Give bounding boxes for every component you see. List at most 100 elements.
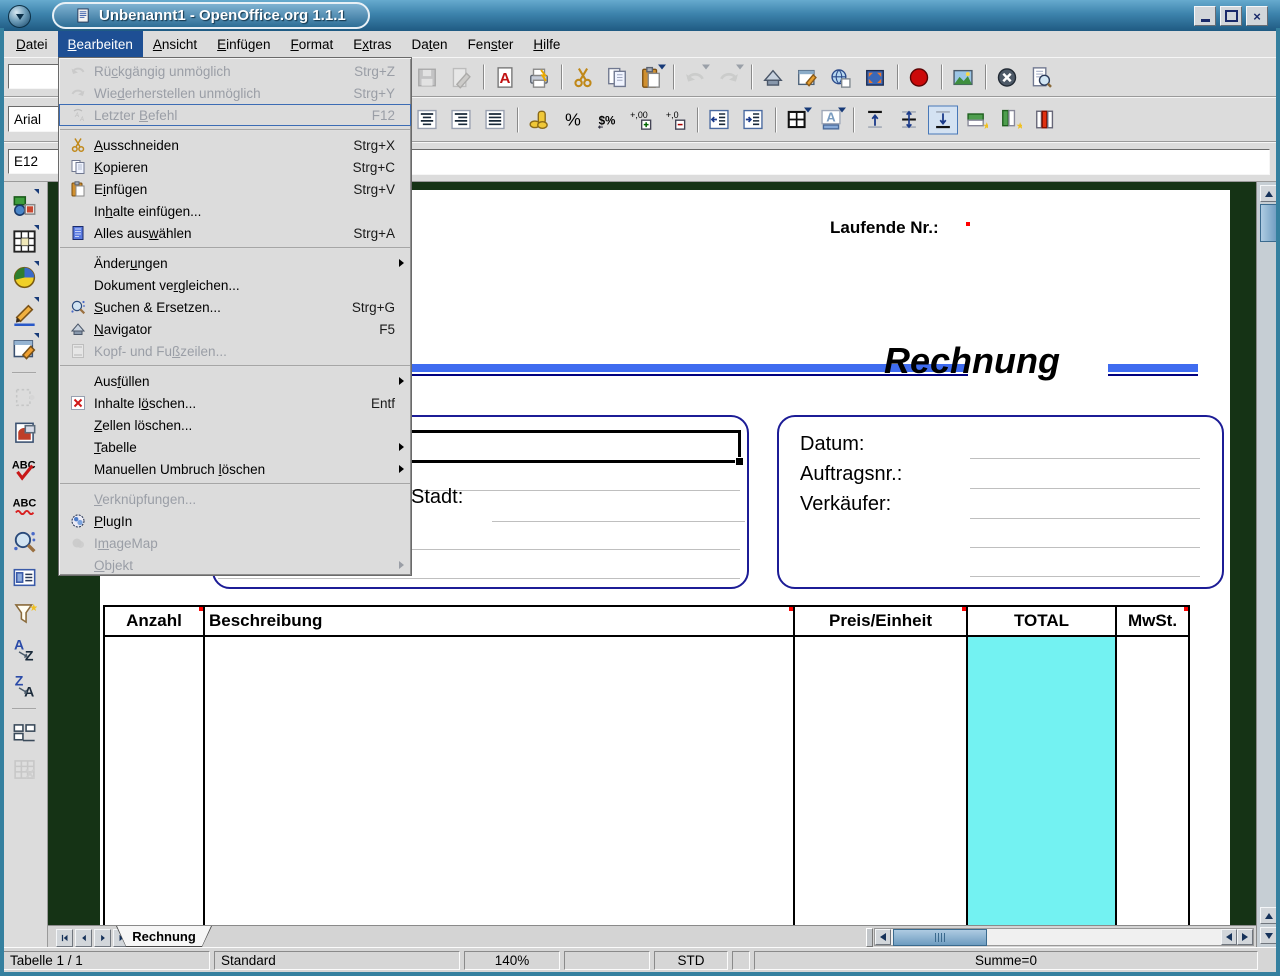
scroll-right-button[interactable] <box>1237 929 1253 945</box>
cut-icon[interactable] <box>569 64 597 91</box>
group-icon[interactable] <box>8 715 40 751</box>
copy-icon[interactable] <box>603 64 631 91</box>
menubar-item-extras[interactable]: Extras <box>343 31 401 57</box>
page-preview-icon[interactable] <box>1027 64 1055 91</box>
insert-cells-icon[interactable] <box>8 223 40 259</box>
status-page-style[interactable]: Standard <box>214 951 460 970</box>
borders-icon[interactable] <box>783 106 811 133</box>
remove-decimal-icon[interactable]: +,0 <box>661 106 689 133</box>
edit-file-icon[interactable] <box>447 64 475 91</box>
delete-column-icon[interactable] <box>1031 106 1059 133</box>
window-menu-button[interactable] <box>8 5 31 28</box>
decrease-indent-icon[interactable] <box>705 106 733 133</box>
menu-item-wiederherstellen-unmöglich[interactable]: Wiederherstellen unmöglichStrg+Y <box>59 82 411 104</box>
menu-item-inhalte-einfügen[interactable]: Inhalte einfügen... <box>59 200 411 222</box>
spellcheck-icon[interactable]: ABC <box>8 451 40 487</box>
selection-handle[interactable] <box>735 457 744 466</box>
horizontal-scrollbar[interactable] <box>874 928 1254 946</box>
record-macro-icon[interactable] <box>905 64 933 91</box>
align-right-icon[interactable] <box>447 106 475 133</box>
ungroup-icon[interactable] <box>8 751 40 787</box>
menu-item-dokument-vergleichen[interactable]: Dokument vergleichen... <box>59 274 411 296</box>
menu-item-inhalte-löschen[interactable]: Inhalte löschen...Entf <box>59 392 411 414</box>
menubar-item-daten[interactable]: Daten <box>402 31 458 57</box>
undo-icon[interactable] <box>681 64 709 91</box>
add-decimal-icon[interactable]: +,00 <box>627 106 655 133</box>
menu-item-tabelle[interactable]: Tabelle <box>59 436 411 458</box>
align-middle-icon[interactable] <box>895 106 923 133</box>
menu-item-kopieren[interactable]: KopierenStrg+C <box>59 156 411 178</box>
zoom-icon[interactable] <box>861 64 889 91</box>
currency-icon[interactable] <box>525 106 553 133</box>
menubar-item-datei[interactable]: Datei <box>6 31 58 57</box>
insert-object-icon[interactable] <box>8 187 40 223</box>
menu-item-navigator[interactable]: NavigatorF5 <box>59 318 411 340</box>
hyperlink-icon[interactable] <box>827 64 855 91</box>
menu-item-rückgängig-unmöglich[interactable]: Rückgängig unmöglichStrg+Z <box>59 60 411 82</box>
number-format-icon[interactable]: $% <box>593 106 621 133</box>
export-pdf-icon[interactable]: A <box>491 64 519 91</box>
menu-item-einfügen[interactable]: EinfügenStrg+V <box>59 178 411 200</box>
menubar-item-ansicht[interactable]: Ansicht <box>143 31 207 57</box>
sort-descending-icon[interactable]: ZA <box>8 667 40 703</box>
stylist-icon[interactable] <box>793 64 821 91</box>
menu-item-suchen-ersetzen[interactable]: Suchen & Ersetzen...Strg+G <box>59 296 411 318</box>
menu-item-manuellen-umbruch-löschen[interactable]: Manuellen Umbruch löschen <box>59 458 411 480</box>
redo-icon[interactable] <box>715 64 743 91</box>
print-icon[interactable] <box>525 64 553 91</box>
maximize-button[interactable] <box>1220 6 1242 26</box>
gallery-icon[interactable] <box>949 64 977 91</box>
align-justify-icon[interactable] <box>481 106 509 133</box>
menubar-item-bearbeiten[interactable]: Bearbeiten <box>58 31 143 57</box>
menu-item-objekt[interactable]: Objekt <box>59 554 411 576</box>
previous-sheet-button[interactable] <box>75 929 92 947</box>
data-sources-icon[interactable] <box>8 559 40 595</box>
edit-points-icon[interactable] <box>8 379 40 415</box>
find-replace-icon[interactable] <box>8 523 40 559</box>
scroll-left-button[interactable] <box>875 929 891 945</box>
background-color-icon[interactable]: A <box>817 106 845 133</box>
menu-item-änderungen[interactable]: Änderungen <box>59 252 411 274</box>
navigator-icon[interactable] <box>759 64 787 91</box>
minimize-button[interactable] <box>1194 6 1216 26</box>
form-controls-icon[interactable] <box>8 331 40 367</box>
menubar-item-format[interactable]: Format <box>280 31 343 57</box>
menubar-item-einfügen[interactable]: Einfügen <box>207 31 280 57</box>
scroll-left-end-button[interactable] <box>1221 929 1237 945</box>
titlebar[interactable]: Unbenannt1 - OpenOffice.org 1.1.1 × <box>0 0 1280 31</box>
menubar-item-hilfe[interactable]: Hilfe <box>523 31 570 57</box>
menu-item-letzter-befehl[interactable]: AALetzter BefehlF12 <box>59 104 411 126</box>
menu-item-alles-auswählen[interactable]: Alles auswählenStrg+A <box>59 222 411 244</box>
insert-columns-icon[interactable]: ★ <box>997 106 1025 133</box>
sheet-tab-rechnung[interactable]: Rechnung <box>116 926 212 947</box>
themes-icon[interactable] <box>8 415 40 451</box>
close-button[interactable]: × <box>1246 6 1268 26</box>
status-selection-mode[interactable]: STD <box>654 951 728 970</box>
menubar-item-fenster[interactable]: Fenster <box>458 31 524 57</box>
autofilter-icon[interactable]: ★ <box>8 595 40 631</box>
align-top-icon[interactable] <box>861 106 889 133</box>
align-center-icon[interactable] <box>413 106 441 133</box>
align-bottom-icon[interactable] <box>929 106 957 133</box>
menu-item-kopf-und-fußzeilen[interactable]: Kopf- und Fußzeilen... <box>59 340 411 362</box>
insert-rows-icon[interactable]: ★ <box>963 106 991 133</box>
next-sheet-button[interactable] <box>94 929 111 947</box>
status-sum[interactable]: Summe=0 <box>754 951 1258 970</box>
stop-icon[interactable] <box>993 64 1021 91</box>
menu-item-plugin[interactable]: PlugIn <box>59 510 411 532</box>
menu-item-ausfüllen[interactable]: Ausfüllen <box>59 370 411 392</box>
draw-functions-icon[interactable] <box>8 295 40 331</box>
menu-item-zellen-löschen[interactable]: Zellen löschen... <box>59 414 411 436</box>
autospellcheck-icon[interactable]: ABC <box>8 487 40 523</box>
menu-item-imagemap[interactable]: ImageMap <box>59 532 411 554</box>
first-sheet-button[interactable] <box>56 929 73 947</box>
increase-indent-icon[interactable] <box>739 106 767 133</box>
paste-icon[interactable] <box>637 64 665 91</box>
horizontal-scroll-thumb[interactable] <box>893 929 987 946</box>
status-zoom-level[interactable]: 140% <box>464 951 560 970</box>
total-column-fill[interactable] <box>968 636 1115 925</box>
save-icon[interactable] <box>413 64 441 91</box>
insert-chart-icon[interactable] <box>8 259 40 295</box>
menu-item-ausschneiden[interactable]: AusschneidenStrg+X <box>59 134 411 156</box>
menu-item-verknüpfungen[interactable]: Verknüpfungen... <box>59 488 411 510</box>
